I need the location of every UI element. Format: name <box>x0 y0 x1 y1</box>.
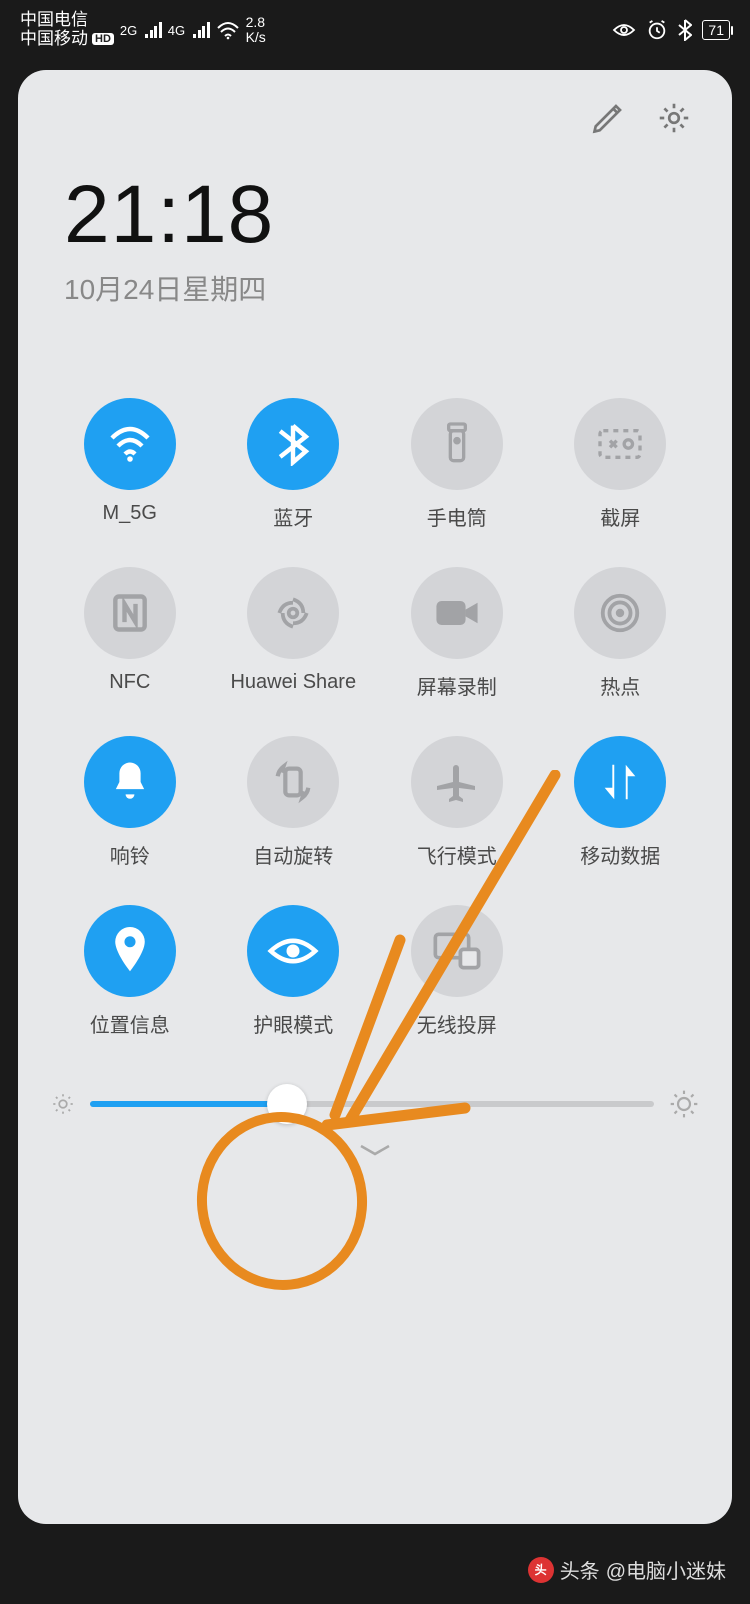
eye-icon <box>247 905 339 997</box>
tile-label: 飞行模式 <box>417 840 497 869</box>
tile-rotate[interactable]: 自动旋转 <box>212 736 376 869</box>
share-icon <box>247 567 339 659</box>
chevron-down-icon <box>355 1142 395 1158</box>
hotspot-icon <box>574 567 666 659</box>
tile-label: 护眼模式 <box>253 1009 333 1038</box>
watermark-handle: @电脑小迷妹 <box>606 1555 726 1584</box>
quick-settings-panel: 21:18 10月24日星期四 M_5G 蓝牙 手电筒 截屏 NFC Huawei Sha… <box>18 70 732 1524</box>
tile-flashlight[interactable]: 手电筒 <box>375 398 539 531</box>
tile-label: 手电筒 <box>427 502 487 531</box>
brightness-track[interactable] <box>90 1101 654 1107</box>
bluetooth-icon <box>678 19 692 41</box>
signal-2g: 2G <box>120 22 162 38</box>
brightness-fill <box>90 1101 287 1107</box>
tile-share[interactable]: Huawei Share <box>212 567 376 700</box>
hd-badge: HD <box>92 33 114 45</box>
sun-small-icon <box>50 1091 76 1117</box>
cast-icon <box>411 905 503 997</box>
clock-time: 21:18 <box>64 168 708 262</box>
tile-label: Huawei Share <box>230 671 356 694</box>
tile-hotspot[interactable]: 热点 <box>539 567 703 700</box>
tile-label: 响铃 <box>110 840 150 869</box>
flashlight-icon <box>411 398 503 490</box>
clock-date: 10月24日星期四 <box>64 268 708 308</box>
settings-button[interactable] <box>654 98 694 138</box>
signal-bars-icon <box>193 22 210 38</box>
tile-nfc[interactable]: NFC <box>48 567 212 700</box>
alarm-icon <box>646 19 668 41</box>
carrier-2: 中国移动 <box>20 30 88 49</box>
tile-label: 无线投屏 <box>417 1009 497 1038</box>
tile-bluetooth[interactable]: 蓝牙 <box>212 398 376 531</box>
expand-handle[interactable] <box>355 1142 395 1158</box>
bell-icon <box>84 736 176 828</box>
tile-record[interactable]: 屏幕录制 <box>375 567 539 700</box>
carrier-1: 中国电信 <box>20 11 114 30</box>
status-bar: 中国电信 中国移动 HD 2G 4G 2.8 K/s 71 <box>0 0 750 60</box>
screenshot-icon <box>574 398 666 490</box>
record-icon <box>411 567 503 659</box>
tile-label: NFC <box>109 671 150 694</box>
airplane-icon <box>411 736 503 828</box>
nfc-icon <box>84 567 176 659</box>
gear-icon <box>656 100 692 136</box>
eye-comfort-icon <box>612 21 636 39</box>
tile-screenshot[interactable]: 截屏 <box>539 398 703 531</box>
network-speed: 2.8 K/s <box>246 15 266 44</box>
tile-cast[interactable]: 无线投屏 <box>375 905 539 1038</box>
tile-data[interactable]: 移动数据 <box>539 736 703 869</box>
tile-label: 位置信息 <box>90 1009 170 1038</box>
watermark: 头 头条 @电脑小迷妹 <box>528 1555 726 1584</box>
tile-label: 截屏 <box>600 502 640 531</box>
wifi-icon <box>216 20 240 40</box>
data-icon <box>574 736 666 828</box>
pencil-icon <box>590 100 626 136</box>
location-icon <box>84 905 176 997</box>
battery-indicator: 71 <box>702 20 730 40</box>
rotate-icon <box>247 736 339 828</box>
watermark-avatar: 头 <box>528 1557 554 1583</box>
tile-wifi[interactable]: M_5G <box>48 398 212 531</box>
brightness-slider[interactable] <box>42 1088 708 1120</box>
tile-eye[interactable]: 护眼模式 <box>212 905 376 1038</box>
status-left: 中国电信 中国移动 HD 2G 4G 2.8 K/s <box>20 11 266 48</box>
signal-4g: 4G <box>168 22 210 38</box>
tile-grid: M_5G 蓝牙 手电筒 截屏 NFC Huawei Share 屏幕录制 热点响铃 自动旋转 飞行… <box>42 398 708 1038</box>
tile-label: 蓝牙 <box>273 502 313 531</box>
tile-label: 移动数据 <box>580 840 660 869</box>
status-right: 71 <box>612 19 730 41</box>
tile-bell[interactable]: 响铃 <box>48 736 212 869</box>
wifi-icon <box>84 398 176 490</box>
tile-label: 自动旋转 <box>253 840 333 869</box>
tile-label: M_5G <box>103 502 157 525</box>
sun-large-icon <box>668 1088 700 1120</box>
tile-location[interactable]: 位置信息 <box>48 905 212 1038</box>
tile-label: 屏幕录制 <box>417 671 497 700</box>
bluetooth-icon <box>247 398 339 490</box>
edit-button[interactable] <box>588 98 628 138</box>
watermark-prefix: 头条 <box>560 1555 600 1584</box>
tile-airplane[interactable]: 飞行模式 <box>375 736 539 869</box>
signal-bars-icon <box>145 22 162 38</box>
tile-label: 热点 <box>600 671 640 700</box>
